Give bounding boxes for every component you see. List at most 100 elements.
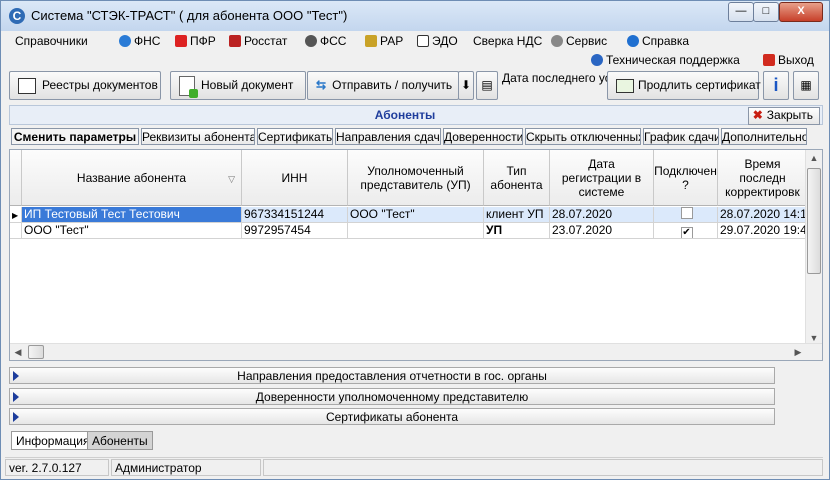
menu-fns[interactable]: ФНС <box>119 32 160 50</box>
column-header-representative[interactable]: Уполномоченный представитель (УП) <box>348 150 484 206</box>
menu-pfr[interactable]: ПФР <box>175 32 216 50</box>
menu-service[interactable]: Сервис <box>551 32 607 50</box>
window-title: Система "СТЭК-ТРАСТ" ( для абонента ООО … <box>31 8 348 23</box>
user-text: Администратор <box>111 459 261 476</box>
menu-fss[interactable]: ФСС <box>305 32 346 50</box>
column-header-reg-date[interactable]: Дата регистрации в системе <box>550 150 654 206</box>
tab-change-params[interactable]: Сменить параметры <box>11 128 139 145</box>
menu-label: РАР <box>380 34 404 48</box>
cell-inn[interactable]: 9972957454 <box>242 223 348 239</box>
menu-rar[interactable]: РАР <box>365 32 403 50</box>
sync-icon: ⇆ <box>316 78 327 93</box>
column-header-inn[interactable]: ИНН <box>242 150 348 206</box>
close-window-button[interactable]: X <box>779 2 823 22</box>
connected-checkbox[interactable]: ✔ <box>680 227 693 238</box>
close-icon: ✖ <box>752 108 763 122</box>
vertical-scrollbar[interactable]: ▲ ▼ <box>805 150 822 346</box>
cell-name[interactable]: ООО "Тест" <box>22 223 242 239</box>
new-document-icon <box>179 75 198 98</box>
app-logo-icon: С <box>9 8 25 24</box>
menu-label: ФНС <box>134 34 161 48</box>
renew-certificate-button[interactable]: Продлить сертификат <box>607 71 761 100</box>
cell-type[interactable]: УП <box>484 223 550 239</box>
section-powers[interactable]: Доверенности уполномоченному представите… <box>9 388 775 405</box>
close-panel-button[interactable]: ✖ Закрыть <box>747 107 820 125</box>
tab-requisites[interactable]: Реквизиты абонента <box>141 128 255 145</box>
toolbar: Реестры документов Новый документ ⇆ Отпра… <box>9 71 823 103</box>
cell-representative[interactable] <box>348 223 484 239</box>
certificate-icon <box>616 78 634 93</box>
registry-icon <box>18 77 36 94</box>
cell-type[interactable]: клиент УП <box>484 207 550 223</box>
tab-additional[interactable]: Дополнительно <box>721 128 807 145</box>
menu-rosstat[interactable]: Росстат <box>229 32 287 50</box>
menu-vat-check[interactable]: Сверка НДС <box>473 32 542 50</box>
scroll-left-icon[interactable]: ◀ <box>10 344 26 360</box>
menu-edo[interactable]: ЭДО <box>417 32 458 50</box>
cell-connected[interactable] <box>654 207 718 223</box>
cell-updated[interactable]: 28.07.2020 14:18 <box>718 207 808 223</box>
fns-icon <box>119 35 131 47</box>
arrow-down-icon: ⬇ <box>460 78 472 92</box>
column-label: Название абонента <box>76 170 187 185</box>
section-certificates[interactable]: Сертификаты абонента <box>9 408 775 425</box>
info-button[interactable]: i <box>763 71 789 100</box>
tab-information[interactable]: Информация <box>11 431 95 450</box>
send-receive-button[interactable]: ⇆ Отправить / получить <box>307 71 459 100</box>
rosstat-icon <box>229 35 241 47</box>
app-window: С Система "СТЭК-ТРАСТ" ( для абонента ОО… <box>0 0 830 480</box>
help-icon <box>627 35 639 47</box>
scroll-up-icon[interactable]: ▲ <box>806 150 822 166</box>
section-label: Доверенности уполномоченному представите… <box>255 390 529 404</box>
cell-name[interactable]: ИП Тестовый Тест Тестович <box>22 207 242 223</box>
sort-icon: ▽ <box>228 174 235 184</box>
horizontal-scroll-thumb[interactable] <box>28 345 44 359</box>
fss-icon <box>305 35 317 47</box>
tab-schedule[interactable]: График сдачи <box>643 128 719 145</box>
status-bar: ver. 2.7.0.127 Администратор <box>5 457 823 477</box>
cell-inn[interactable]: 967334151244 <box>242 207 348 223</box>
row-pointer <box>10 223 22 239</box>
cell-connected[interactable]: ✔ <box>654 223 718 239</box>
registries-button[interactable]: Реестры документов <box>9 71 161 100</box>
tab-hide-disabled[interactable]: Скрыть отключенных <box>525 128 641 145</box>
cell-reg-date[interactable]: 28.07.2020 <box>550 207 654 223</box>
maximize-button[interactable]: □ <box>753 2 779 22</box>
column-header-name[interactable]: Название абонента ▽ <box>22 150 242 206</box>
vertical-scroll-thumb[interactable] <box>807 168 821 274</box>
table-row[interactable]: ▶ ИП Тестовый Тест Тестович 967334151244… <box>10 207 808 223</box>
printer-icon: ▤ <box>481 78 493 92</box>
menu-bar: Справочники ФНС ПФР Росстат ФСС РАР ЭДО … <box>9 32 823 50</box>
row-indicator-header <box>10 150 22 206</box>
horizontal-scrollbar[interactable]: ◀ ▶ <box>10 343 822 360</box>
exit-button[interactable]: Выход <box>763 51 814 69</box>
new-document-button[interactable]: Новый документ <box>170 71 306 100</box>
tab-powers[interactable]: Доверенности <box>443 128 523 145</box>
panel-title: Абоненты <box>374 108 436 122</box>
tab-certificates[interactable]: Сертификаты <box>257 128 333 145</box>
last-date-label: Дата последнего ус <box>502 71 611 85</box>
download-arrow-button[interactable]: ⬇ <box>458 71 474 100</box>
cell-reg-date[interactable]: 23.07.2020 <box>550 223 654 239</box>
column-header-type[interactable]: Тип абонента <box>484 150 550 206</box>
menu-directories[interactable]: Справочники <box>15 32 88 50</box>
support-icon <box>591 54 603 66</box>
section-directions[interactable]: Направления предоставления отчетности в … <box>9 367 775 384</box>
tab-directions[interactable]: Направления сдачи <box>335 128 441 145</box>
tab-subscribers[interactable]: Абоненты <box>87 431 153 450</box>
connected-checkbox[interactable] <box>680 207 693 219</box>
row-pointer: ▶ <box>10 207 22 223</box>
column-header-updated[interactable]: Время последн корректировк <box>718 150 808 206</box>
menu-label: Росстат <box>244 34 288 48</box>
cell-updated[interactable]: 29.07.2020 19:40 <box>718 223 808 239</box>
calculator-button[interactable]: ▦ <box>793 71 819 100</box>
table-row[interactable]: ООО "Тест" 9972957454 УП 23.07.2020 ✔ 29… <box>10 223 808 239</box>
menu-help[interactable]: Справка <box>627 32 689 50</box>
scroll-right-icon[interactable]: ▶ <box>790 344 806 360</box>
column-header-connected[interactable]: Подключен ? <box>654 150 718 206</box>
edo-icon <box>417 35 429 47</box>
support-button[interactable]: Техническая поддержка <box>591 51 740 69</box>
print-button[interactable]: ▤ <box>476 71 498 100</box>
minimize-button[interactable]: — <box>728 2 754 22</box>
cell-representative[interactable]: ООО "Тест" <box>348 207 484 223</box>
